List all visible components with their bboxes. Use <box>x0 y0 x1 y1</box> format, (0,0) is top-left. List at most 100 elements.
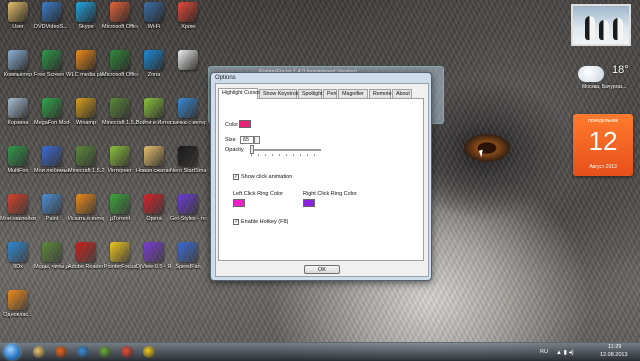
tab-pen[interactable]: Pen <box>323 89 337 98</box>
desktop-icon-opera[interactable]: Opera <box>136 194 172 228</box>
start-button[interactable] <box>4 344 20 360</box>
desktop-icon-winamp[interactable]: Winamp <box>68 98 104 132</box>
cloud-icon <box>578 66 604 82</box>
desktop-icon-mods[interactable]: Моды, читы для Minecraft <box>34 242 70 276</box>
desktop-icon-label: Интернет <box>108 168 132 174</box>
desktop-icon-zona[interactable]: Zona <box>136 50 172 84</box>
vk-login-icon <box>144 98 164 118</box>
desktop-icon-minecraft-1[interactable]: Minecraft 1.5.2 - Mine... <box>102 98 138 132</box>
desktop-icon-9dx[interactable]: 9Dx <box>0 242 36 276</box>
folder-user-icon <box>8 2 28 22</box>
desktop-icon-label: Winamp <box>75 120 97 126</box>
desktop-icon-mail-search[interactable]: Искать в интернете <box>68 194 104 228</box>
taskbar-explorer[interactable] <box>32 345 46 359</box>
desktop-icon-new-folder[interactable]: Новая сжатая ... <box>136 146 172 180</box>
desktop-icon-odnoklassniki[interactable]: Одноклас... <box>0 290 36 324</box>
calendar-gadget[interactable]: понедельник 12 Август 2013 <box>573 114 633 176</box>
taskbar-chrome[interactable] <box>120 345 134 359</box>
multifon-icon <box>8 146 28 166</box>
desktop-icon-doc[interactable] <box>170 50 206 84</box>
tab-remote[interactable]: Remote <box>369 89 392 98</box>
desktop-icon-dvdvideosoft[interactable]: DVDVideoS... Free Studio <box>34 2 70 36</box>
weather-gadget[interactable]: 18° Москва, Бачургаз... <box>574 64 634 94</box>
desktop-icon-label: VLC media player <box>68 72 104 78</box>
right-click-ring-swatch[interactable] <box>303 199 315 207</box>
desktop-icon-nero[interactable]: Nero StartSmart <box>170 146 206 180</box>
desktop-icon-computer[interactable]: Компьютер <box>0 50 36 84</box>
nero-icon <box>178 146 198 166</box>
opacity-slider-thumb[interactable] <box>250 145 254 154</box>
ok-button[interactable]: OK <box>304 265 340 274</box>
get-styles-icon <box>178 194 198 214</box>
desktop-icon-utorrent[interactable]: µTorrent <box>102 194 138 228</box>
taskbar-minecraft[interactable] <box>98 345 112 359</box>
desktop-icon-pointerfocus[interactable]: PointerFocus <box>102 242 138 276</box>
desktop-icon-label: Paint <box>45 216 59 222</box>
show-click-animation-checkbox[interactable]: ✓ <box>233 174 239 180</box>
highlight-color-swatch[interactable] <box>239 120 251 128</box>
desktop-icon-paint[interactable]: Paint <box>34 194 70 228</box>
weather-city: Москва, Бачургаз... <box>582 84 627 90</box>
mail-at-icon <box>77 346 89 358</box>
desktop-icon-recycle[interactable]: Корзина <box>0 98 36 132</box>
djview-icon <box>144 242 164 262</box>
tab-spotlight[interactable]: Spotlight <box>298 89 323 98</box>
clock-date[interactable]: 12.08.2013 <box>600 352 628 358</box>
size-spinner-arrows[interactable] <box>254 136 260 144</box>
photo-gadget[interactable] <box>571 4 631 46</box>
taskbar-mail[interactable] <box>76 345 90 359</box>
tab-show-keystrokes[interactable]: Show Keystrokes <box>259 89 304 98</box>
desktop-icon-label: MegaFon Modem <box>34 120 70 126</box>
desktop-icon-wifi[interactable]: Wi-Fi <box>136 2 172 36</box>
desktop-icon-get-styles[interactable]: Get-Styles - темы для ... <box>170 194 206 228</box>
desktop-icon-minecraft-2[interactable]: Minecraft 1.5.2 - Mine... <box>68 146 104 180</box>
desktop-icon-megafon[interactable]: MegaFon Modem <box>34 98 70 132</box>
wifi-icon <box>144 2 164 22</box>
calendar-weekday: понедельник <box>588 118 618 124</box>
opera-icon <box>144 194 164 214</box>
winamp-icon <box>76 98 96 118</box>
tray-icons[interactable]: ▲ ▮ ◂) <box>556 349 574 356</box>
taskbar-firefox[interactable] <box>54 345 68 359</box>
taskbar-pointerfocus[interactable] <box>142 345 156 359</box>
desktop-icon-my-stickers[interactable]: Мои наклейки <box>0 194 36 228</box>
desktop-icon-ms-office[interactable]: Microsoft Office <box>102 50 138 84</box>
desktop-icon-label: Одноклас... <box>3 312 33 318</box>
free-screen-video-icon <box>42 50 62 70</box>
desktop-icon-internet[interactable]: Интернет <box>102 146 138 180</box>
size-input[interactable]: 65 <box>240 136 254 144</box>
desktop-icon-vlc[interactable]: VLC media player <box>68 50 104 84</box>
clock-time[interactable]: 11:29 <box>608 344 621 350</box>
language-indicator[interactable]: RU <box>540 349 548 355</box>
desktop-icon-multifon[interactable]: MultiFon <box>0 146 36 180</box>
desktop-icon-label: Microsoft Office <box>102 72 138 78</box>
paint-icon <box>42 194 62 214</box>
desktop-icon-label: Новая сжатая ... <box>136 168 172 174</box>
desktop-icon-user[interactable]: User <box>0 2 36 36</box>
desktop-icon-speedfan[interactable]: SpeedFan <box>170 242 206 276</box>
desktop-icon-chrome[interactable]: Хром <box>170 2 206 36</box>
enable-hotkey-checkbox[interactable]: ✓ <box>233 219 239 225</box>
calendar-day: 12 <box>588 126 618 156</box>
tab-about[interactable]: About <box>392 89 412 98</box>
taskbar: RU ▲ ▮ ◂) 11:29 12.08.2013 <box>0 342 640 361</box>
desktop-icon-djview[interactable]: DjView-0.5 - Ярлык <box>136 242 172 276</box>
dialog-title: Options <box>215 75 236 81</box>
size-label: Size <box>225 137 236 143</box>
opacity-slider-track[interactable] <box>251 149 321 151</box>
zona-icon <box>144 50 164 70</box>
desktop-icon-my-games[interactable]: Мои любимые... <box>34 146 70 180</box>
desktop-icon-free-screen-video[interactable]: Free Screen Video Re... <box>34 50 70 84</box>
desktop-icon-download[interactable]: скачка с интернета... <box>170 98 206 132</box>
speedfan-icon <box>178 242 198 262</box>
tab-highlight-cursor[interactable]: Highlight Cursor <box>218 88 260 99</box>
options-dialog[interactable]: Options Highlight Cursor Show Keystrokes S… <box>210 72 432 281</box>
tab-magnifier[interactable]: Magnifier <box>338 89 368 98</box>
desktop-icon-vk[interactable]: Войти в Интернет <box>136 98 172 132</box>
left-click-ring-swatch[interactable] <box>233 199 245 207</box>
mail-search-icon <box>76 194 96 214</box>
desktop-icon-skype[interactable]: Skype <box>68 2 104 36</box>
desktop-icon-ms-office-po[interactable]: Microsoft Office Po... <box>102 2 138 36</box>
folder-icon <box>144 146 164 166</box>
desktop-icon-adobe-reader[interactable]: Adobe Reader X <box>68 242 104 276</box>
